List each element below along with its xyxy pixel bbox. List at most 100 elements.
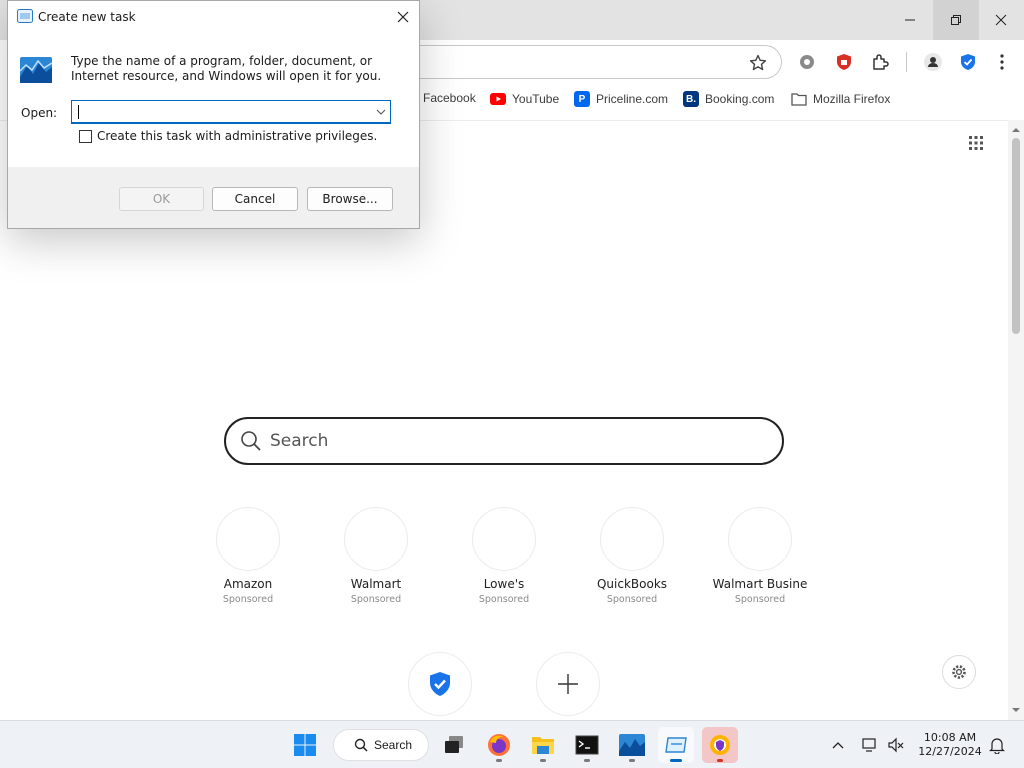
task-view-button[interactable] bbox=[436, 727, 472, 763]
bookmark-facebook[interactable]: Facebook bbox=[423, 91, 476, 105]
taskbar-terminal[interactable] bbox=[569, 727, 605, 763]
notifications-button[interactable] bbox=[987, 735, 1007, 755]
browser-menu-icon[interactable] bbox=[992, 52, 1012, 72]
shield-check-icon bbox=[430, 672, 450, 696]
windows-logo-icon bbox=[294, 734, 316, 756]
shortcut-tile-quickbooks[interactable]: QuickBooks Sponsored bbox=[582, 507, 682, 605]
taskbar-vpn-app[interactable] bbox=[702, 727, 738, 763]
speaker-muted-icon bbox=[888, 737, 904, 753]
search-icon bbox=[354, 738, 368, 752]
bookmark-folder-mozilla-firefox[interactable]: Mozilla Firefox bbox=[791, 91, 890, 107]
close-window-button[interactable] bbox=[978, 0, 1024, 40]
bookmark-label: Priceline.com bbox=[596, 92, 669, 106]
tile-sponsored-label: Sponsored bbox=[606, 594, 658, 605]
tile-icon bbox=[472, 507, 536, 571]
task-manager-icon bbox=[665, 737, 687, 753]
admin-privileges-checkbox[interactable]: Create this task with administrative pri… bbox=[79, 129, 377, 143]
firefox-icon bbox=[488, 734, 510, 756]
tile-sponsored-label: Sponsored bbox=[350, 594, 402, 605]
bookmark-label: Mozilla Firefox bbox=[813, 92, 891, 106]
running-indicator bbox=[584, 759, 590, 762]
gear-icon bbox=[952, 665, 966, 679]
chevron-down-icon bbox=[376, 109, 386, 115]
run-window-icon bbox=[17, 9, 33, 23]
toolbar-divider bbox=[906, 52, 907, 72]
running-indicator bbox=[540, 759, 546, 762]
shield-lock-icon bbox=[710, 735, 730, 755]
bookmark-youtube[interactable]: YouTube bbox=[490, 91, 559, 107]
taskbar-firefox[interactable] bbox=[481, 727, 517, 763]
newtab-search-input[interactable] bbox=[270, 431, 750, 451]
close-icon bbox=[397, 11, 409, 23]
minimize-icon bbox=[905, 19, 915, 21]
open-input[interactable] bbox=[76, 103, 366, 121]
plus-icon bbox=[558, 674, 578, 694]
running-indicator bbox=[496, 759, 502, 762]
tray-volume[interactable] bbox=[886, 735, 906, 755]
shortcut-tile-security[interactable] bbox=[408, 652, 472, 716]
taskbar-clock[interactable]: 10:08 AM 12/27/2024 bbox=[914, 731, 986, 759]
tray-network[interactable] bbox=[860, 735, 880, 755]
booking-icon: B. bbox=[683, 91, 699, 107]
browse-button[interactable]: Browse... bbox=[307, 187, 393, 211]
tile-icon bbox=[600, 507, 664, 571]
page-scrollbar[interactable] bbox=[1008, 120, 1024, 720]
minimize-button[interactable] bbox=[887, 0, 933, 40]
add-shortcut-button[interactable] bbox=[536, 652, 600, 716]
tile-name: Walmart bbox=[350, 577, 402, 591]
open-combobox[interactable] bbox=[71, 100, 391, 124]
scroll-thumb[interactable] bbox=[1012, 138, 1020, 334]
tile-sponsored-label: Sponsored bbox=[734, 594, 786, 605]
customize-settings-button[interactable] bbox=[942, 655, 976, 689]
extension-gear-icon[interactable] bbox=[797, 52, 817, 72]
tile-name: Amazon bbox=[223, 577, 273, 591]
restore-button[interactable] bbox=[933, 0, 979, 40]
network-icon bbox=[862, 738, 876, 752]
taskbar-file-explorer[interactable] bbox=[525, 727, 561, 763]
bookmark-label: Facebook bbox=[423, 91, 476, 105]
tile-name: QuickBooks bbox=[596, 577, 668, 591]
running-indicator bbox=[670, 759, 682, 762]
windows-taskbar: Search 10:08 AM 12/27/2024 bbox=[0, 720, 1024, 768]
extensions-puzzle-icon[interactable] bbox=[870, 52, 890, 72]
dialog-title: Create new task bbox=[38, 10, 136, 24]
dialog-titlebar[interactable]: Create new task bbox=[8, 1, 419, 33]
shortcut-tile-walmart-business[interactable]: Walmart Busine Sponsored bbox=[710, 507, 810, 605]
profile-avatar-icon[interactable] bbox=[923, 52, 943, 72]
shortcut-tile-amazon[interactable]: Amazon Sponsored bbox=[198, 507, 298, 605]
start-button[interactable] bbox=[287, 727, 323, 763]
priceline-icon: P bbox=[574, 91, 590, 107]
shortcut-tile-walmart[interactable]: Walmart Sponsored bbox=[326, 507, 426, 605]
taskbar-search[interactable]: Search bbox=[333, 729, 429, 761]
create-new-task-dialog: Create new task Type the name of a progr… bbox=[7, 0, 420, 229]
scroll-up-icon[interactable] bbox=[1012, 126, 1020, 134]
bookmark-label: YouTube bbox=[512, 92, 560, 106]
checkbox-label: Create this task with administrative pri… bbox=[97, 129, 378, 143]
youtube-icon bbox=[490, 91, 506, 107]
cancel-button[interactable]: Cancel bbox=[212, 187, 298, 211]
bookmark-booking[interactable]: B. Booking.com bbox=[683, 91, 774, 107]
address-bar[interactable] bbox=[410, 45, 782, 79]
ok-button[interactable]: OK bbox=[119, 187, 204, 211]
scroll-down-icon[interactable] bbox=[1012, 706, 1020, 714]
taskbar-task-manager[interactable] bbox=[658, 727, 694, 763]
adblock-shield-icon[interactable] bbox=[834, 52, 854, 72]
dialog-description: Type the name of a program, folder, docu… bbox=[71, 54, 382, 83]
close-icon bbox=[995, 14, 1007, 26]
clock-time: 10:08 AM bbox=[923, 731, 977, 744]
show-hidden-icons-button[interactable] bbox=[828, 735, 848, 755]
apps-grid-icon[interactable] bbox=[968, 135, 984, 151]
bookmark-star-icon[interactable] bbox=[748, 53, 768, 73]
tile-icon bbox=[728, 507, 792, 571]
taskbar-run-app[interactable] bbox=[614, 727, 650, 763]
shortcut-tile-lowes[interactable]: Lowe's Sponsored bbox=[454, 507, 554, 605]
checkbox-box[interactable] bbox=[79, 129, 92, 143]
security-shield-icon[interactable] bbox=[958, 52, 978, 72]
tile-icon bbox=[216, 507, 280, 571]
restore-icon bbox=[951, 15, 961, 25]
newtab-search-box[interactable] bbox=[224, 417, 784, 465]
bookmark-priceline[interactable]: P Priceline.com bbox=[574, 91, 668, 107]
tile-sponsored-label: Sponsored bbox=[478, 594, 530, 605]
open-dropdown-button[interactable] bbox=[372, 101, 390, 123]
dialog-close-button[interactable] bbox=[388, 5, 418, 29]
